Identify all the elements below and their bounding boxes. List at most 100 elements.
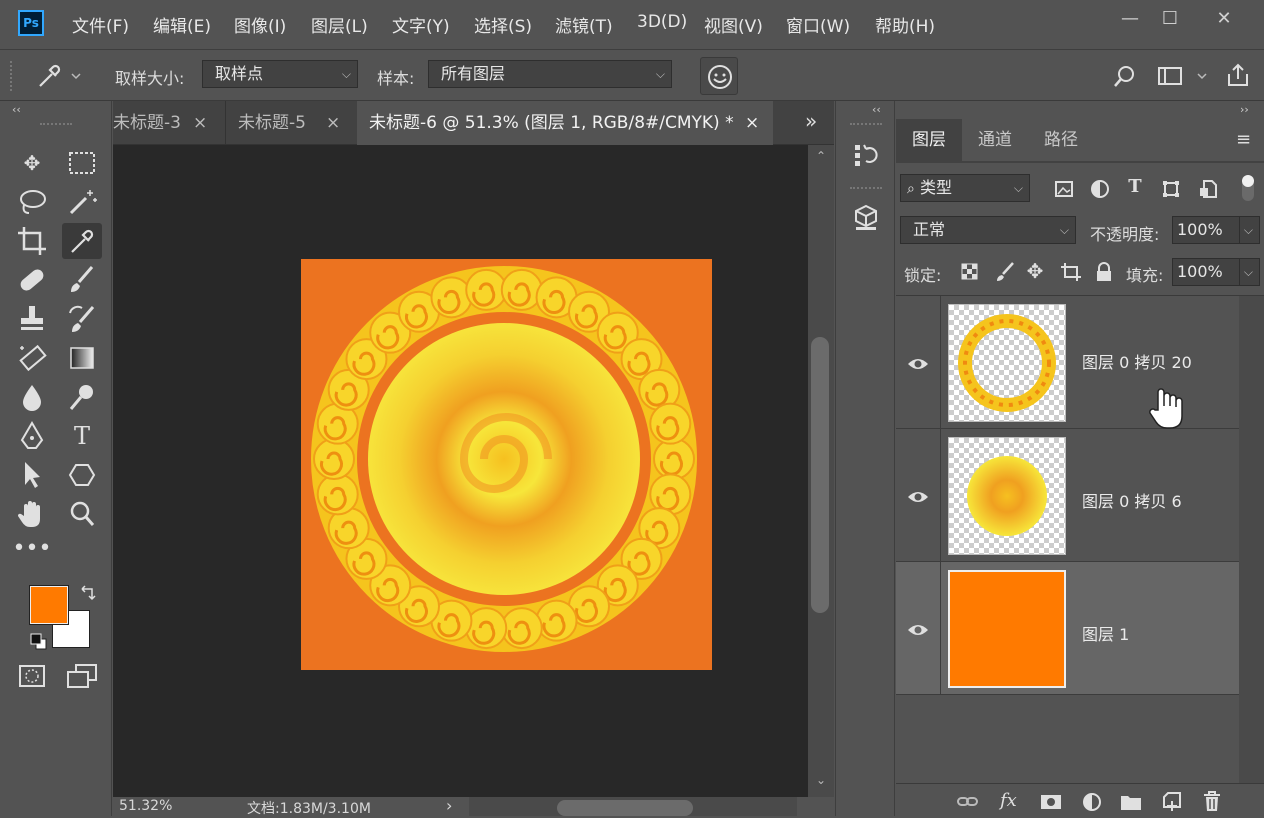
screen-mode-icon[interactable] <box>62 658 102 694</box>
scroll-thumb[interactable] <box>811 337 829 613</box>
adjustment-icon[interactable] <box>1082 791 1104 813</box>
collapse-icon[interactable]: ‹‹ <box>12 103 21 116</box>
crop-tool-icon[interactable] <box>12 223 52 259</box>
scroll-down-icon[interactable]: ⌄ <box>816 773 826 787</box>
close-button[interactable]: ✕ <box>1206 8 1242 32</box>
h-scroll-thumb[interactable] <box>557 800 693 816</box>
tab-layers[interactable]: 图层 <box>896 119 962 161</box>
close-icon[interactable]: × <box>745 101 759 145</box>
sample-size-select[interactable]: 取样点 ⌵ <box>202 60 358 88</box>
horizontal-scrollbar[interactable] <box>469 797 797 816</box>
path-selection-tool-icon[interactable] <box>12 457 52 493</box>
menu-type[interactable]: 文字(Y) <box>392 12 450 38</box>
chevron-down-icon[interactable]: ⌵ <box>1238 217 1253 243</box>
filter-pixel-icon[interactable] <box>1054 179 1074 199</box>
close-icon[interactable]: × <box>326 101 340 145</box>
clone-stamp-tool-icon[interactable] <box>12 301 52 337</box>
fx-icon[interactable]: fx <box>1000 790 1017 811</box>
swap-colors-icon[interactable] <box>78 583 98 603</box>
layer-row-selected[interactable]: 图层 1 <box>896 562 1239 695</box>
dock-grip[interactable] <box>850 123 882 125</box>
trash-icon[interactable] <box>1202 790 1222 812</box>
menu-3d[interactable]: 3D(D) <box>637 12 687 38</box>
zoom-tool-icon[interactable] <box>62 496 102 532</box>
lock-all-icon[interactable] <box>1094 261 1114 283</box>
link-icon[interactable] <box>956 792 980 812</box>
tab-document-3[interactable]: 未标题-3 × <box>113 101 223 145</box>
opacity-input[interactable]: 100% ⌵ <box>1172 216 1260 244</box>
eyedropper-tool-icon[interactable] <box>62 223 102 259</box>
dodge-tool-icon[interactable] <box>62 379 102 415</box>
marquee-tool-icon[interactable] <box>62 145 102 181</box>
maximize-button[interactable]: ☐ <box>1152 8 1188 32</box>
layer-name[interactable]: 图层 1 <box>1082 621 1129 645</box>
mask-icon[interactable] <box>1040 792 1062 812</box>
options-grip[interactable] <box>10 61 14 91</box>
gradient-tool-icon[interactable] <box>62 340 102 376</box>
fill-input[interactable]: 100% ⌵ <box>1172 258 1260 286</box>
filter-toggle[interactable] <box>1242 175 1254 201</box>
sample-select[interactable]: 所有图层 ⌵ <box>428 60 672 88</box>
canvas-area[interactable] <box>113 145 808 797</box>
type-tool-icon[interactable]: T <box>62 418 102 454</box>
visibility-eye-icon[interactable] <box>906 352 930 376</box>
lock-position-icon[interactable]: ✥ <box>1024 259 1046 283</box>
visibility-eye-icon[interactable] <box>906 485 930 509</box>
tab-channels[interactable]: 通道 <box>962 119 1028 161</box>
filter-adjustment-icon[interactable] <box>1090 179 1110 199</box>
foreground-color-swatch[interactable] <box>29 585 69 625</box>
filter-shape-icon[interactable] <box>1161 179 1181 199</box>
tab-document-5[interactable]: 未标题-5 × <box>225 101 355 145</box>
history-brush-tool-icon[interactable] <box>62 301 102 337</box>
menu-image[interactable]: 图像(I) <box>234 12 286 38</box>
healing-brush-tool-icon[interactable] <box>12 262 52 298</box>
lasso-tool-icon[interactable] <box>12 184 52 220</box>
blur-tool-icon[interactable] <box>12 379 52 415</box>
eraser-tool-icon[interactable] <box>12 340 52 376</box>
blend-mode-select[interactable]: 正常 ⌵ <box>900 216 1076 244</box>
3d-icon[interactable] <box>852 203 880 231</box>
minimize-button[interactable]: — <box>1112 8 1148 32</box>
layer-row[interactable]: 图层 0 拷贝 20 <box>896 296 1239 429</box>
menu-filter[interactable]: 滤镜(T) <box>555 12 613 38</box>
lock-transparent-icon[interactable] <box>960 262 980 282</box>
new-layer-icon[interactable] <box>1162 791 1182 813</box>
panel-expand-icon[interactable]: ›› <box>1240 103 1249 116</box>
dock-grip-2[interactable] <box>850 187 882 189</box>
filter-type-icon[interactable]: T <box>1124 176 1146 197</box>
lock-artboard-icon[interactable] <box>1060 262 1082 282</box>
share-icon[interactable] <box>1224 61 1252 89</box>
document-canvas[interactable] <box>301 259 712 670</box>
more-tools-icon[interactable]: ••• <box>12 535 52 571</box>
layer-name[interactable]: 图层 0 拷贝 6 <box>1082 488 1182 512</box>
expand-icon[interactable]: ‹‹ <box>872 103 881 116</box>
menu-edit[interactable]: 编辑(E) <box>153 12 211 38</box>
menu-view[interactable]: 视图(V) <box>704 12 763 38</box>
hand-tool-icon[interactable] <box>12 496 52 532</box>
sample-ring-button[interactable] <box>700 57 738 95</box>
menu-help[interactable]: 帮助(H) <box>875 12 935 38</box>
scroll-up-icon[interactable]: ⌃ <box>816 149 826 163</box>
tabs-overflow-icon[interactable]: » <box>805 109 817 133</box>
menu-layer[interactable]: 图层(L) <box>311 12 368 38</box>
move-tool-icon[interactable]: ✥ <box>12 145 52 181</box>
layer-row[interactable]: 图层 0 拷贝 6 <box>896 429 1239 562</box>
chevron-down-icon[interactable]: ⌵ <box>1238 259 1253 285</box>
quick-mask-icon[interactable] <box>12 658 52 694</box>
status-menu-icon[interactable]: › <box>446 796 452 815</box>
menu-select[interactable]: 选择(S) <box>474 12 532 38</box>
vertical-scrollbar[interactable]: ⌃ ⌄ <box>808 145 834 797</box>
layer-filter-select[interactable]: ⌕ 类型 ⌵ <box>900 174 1030 202</box>
layer-name[interactable]: 图层 0 拷贝 20 <box>1082 349 1192 373</box>
layers-scrollbar[interactable] <box>1239 296 1264 783</box>
menu-file[interactable]: 文件(F) <box>72 12 129 38</box>
folder-icon[interactable] <box>1120 792 1142 812</box>
search-icon[interactable] <box>1112 63 1138 89</box>
visibility-eye-icon[interactable] <box>906 618 930 642</box>
history-icon[interactable] <box>852 141 880 169</box>
zoom-level[interactable]: 51.32% <box>119 798 172 814</box>
magic-wand-tool-icon[interactable] <box>62 184 102 220</box>
pen-tool-icon[interactable] <box>12 418 52 454</box>
panel-grip[interactable] <box>40 123 72 127</box>
lock-pixels-icon[interactable] <box>994 261 1016 283</box>
